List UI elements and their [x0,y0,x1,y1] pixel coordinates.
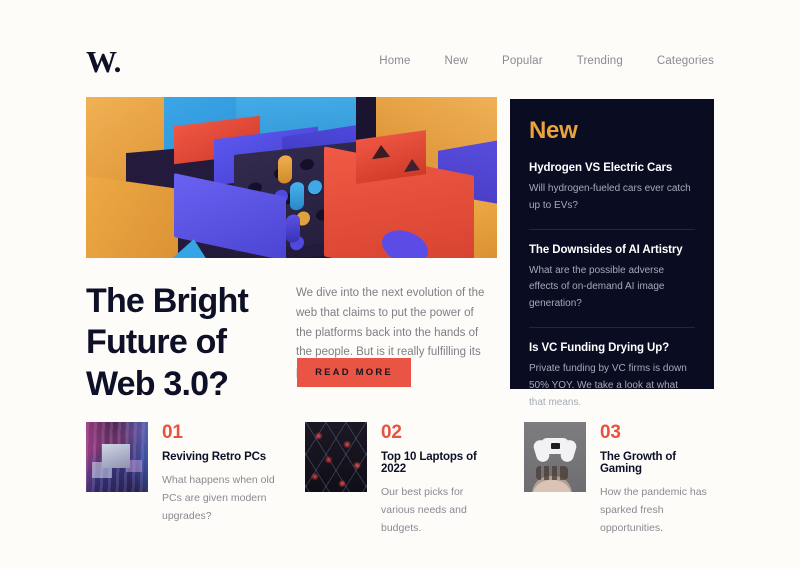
news-item-title[interactable]: Hydrogen VS Electric Cars [529,162,695,174]
news-item[interactable]: Is VC Funding Drying Up? Private funding… [529,326,695,411]
article-card-number: 02 [381,422,402,443]
news-item[interactable]: The Downsides of AI Artistry What are th… [529,228,695,313]
new-panel-heading: New [529,117,578,144]
news-item-description: Will hydrogen-fueled cars ever catch up … [529,183,691,211]
nav-item-home[interactable]: Home [379,55,410,67]
news-item[interactable]: Hydrogen VS Electric Cars Will hydrogen-… [529,162,695,215]
nav-item-trending[interactable]: Trending [577,55,623,67]
article-card-body: 01 Reviving Retro PCs What happens when … [162,422,275,537]
hero-triangle-cut-two [404,157,420,173]
article-card-body: 02 Top 10 Laptops of 2022 Our best picks… [381,422,494,537]
page-root: W. Home New Popular Trending Categories [0,0,800,569]
read-more-button[interactable]: Read More [297,358,411,387]
article-card[interactable]: 03 The Growth of Gaming How the pandemic… [524,422,713,537]
nav-item-popular[interactable]: Popular [502,55,543,67]
article-card-description: How the pandemic has sparked fresh oppor… [600,486,707,535]
main-navigation: Home New Popular Trending Categories [379,55,714,67]
news-item-title[interactable]: Is VC Funding Drying Up? [529,342,695,354]
article-card[interactable]: 01 Reviving Retro PCs What happens when … [86,422,275,537]
nav-item-categories[interactable]: Categories [657,55,714,67]
article-card-description: Our best picks for various needs and bud… [381,486,467,535]
article-card-thumbnail [305,422,367,492]
article-card-number: 03 [600,422,621,443]
hero-title: The Bright Future of Web 3.0? [86,282,249,403]
article-card-number: 01 [162,422,183,443]
article-card-body: 03 The Growth of Gaming How the pandemic… [600,422,713,537]
site-header: W. Home New Popular Trending Categories [86,44,714,78]
article-cards-row: 01 Reviving Retro PCs What happens when … [86,422,714,537]
article-card-title[interactable]: Reviving Retro PCs [162,451,275,463]
news-item-title[interactable]: The Downsides of AI Artistry [529,244,695,256]
article-card-thumbnail [86,422,148,492]
news-divider [529,228,695,230]
nav-item-new[interactable]: New [445,55,468,67]
hero-block-orange-bottom-left [86,173,178,258]
hand-fingers [536,466,568,480]
article-card[interactable]: 02 Top 10 Laptops of 2022 Our best picks… [305,422,494,537]
news-divider [529,326,695,328]
gamepad-screen [551,443,560,449]
site-logo[interactable]: W. [86,46,121,77]
news-item-description: What are the possible adverse effects of… [529,264,665,310]
article-card-thumbnail [524,422,586,492]
article-card-title[interactable]: The Growth of Gaming [600,451,713,475]
article-card-title[interactable]: Top 10 Laptops of 2022 [381,451,494,475]
hero-triangle-cut-one [372,143,390,160]
news-item-description: Private funding by VC firms is down 50% … [529,362,687,408]
hero-image-art [86,97,497,258]
hero-image [86,97,497,258]
new-articles-panel: New Hydrogen VS Electric Cars Will hydro… [510,99,714,408]
article-card-description: What happens when old PCs are given mode… [162,474,275,523]
